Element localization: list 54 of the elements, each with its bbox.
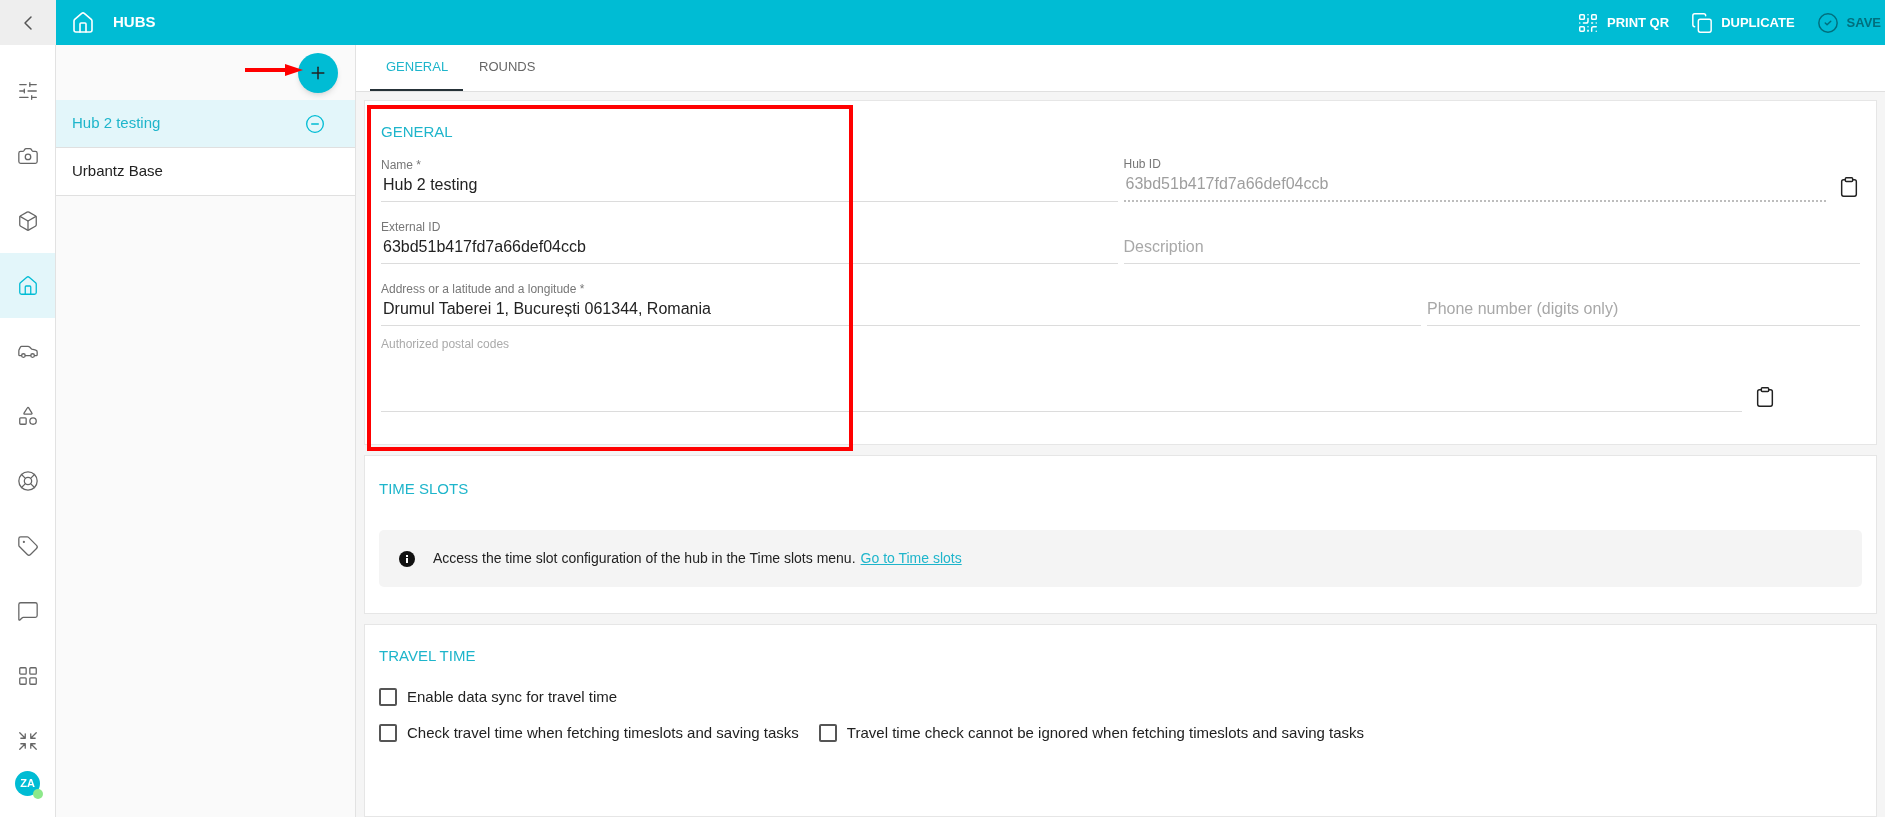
text-field[interactable]: Authorized postal codes — [381, 335, 1742, 412]
home-icon — [71, 10, 95, 35]
cube-icon — [16, 209, 39, 232]
nav-item[interactable] — [0, 253, 55, 318]
field-label: External ID — [381, 218, 442, 235]
field-label: Name * — [381, 156, 422, 173]
checkbox[interactable] — [818, 724, 837, 743]
field-label: Authorized postal codes — [381, 335, 511, 352]
tab[interactable]: ROUNDS — [463, 45, 552, 91]
info-message: Access the time slot configuration of the hub in the Time slots menu. — [433, 549, 856, 568]
section-title: TRAVEL TIME — [379, 646, 477, 666]
annotation-arrow — [245, 63, 303, 77]
field-label: Hub ID — [1123, 155, 1162, 172]
check-circle-icon — [1816, 11, 1839, 34]
checkbox-label: Enable data sync for travel time — [407, 686, 618, 707]
checkbox-label: Check travel time when fetching timeslots and saving tasks — [407, 723, 799, 743]
text-field[interactable]: Name * Hub 2 testing — [381, 149, 1118, 202]
field-placeholder: Phone number (digits only) — [1427, 298, 1620, 319]
field-value: 63bd51b417fd7a66def04ccb — [382, 236, 587, 257]
info-icon — [399, 550, 415, 567]
arrows-inward-icon — [16, 729, 39, 752]
checkbox-label: Travel time check cannot be ignored when fetching timeslots and saving tasks — [846, 723, 1365, 743]
duplicate-icon — [1691, 11, 1714, 34]
add-button[interactable] — [298, 52, 338, 93]
hub-list-item[interactable]: Hub 2 testing — [56, 100, 355, 148]
remove-icon[interactable] — [305, 113, 325, 134]
text-field[interactable]: External ID 63bd51b417fd7a66def04ccb — [381, 211, 1118, 264]
field-value: 63bd51b417fd7a66def04ccb — [1124, 173, 1330, 194]
page-title: HUBS — [113, 12, 156, 33]
field-value: Hub 2 testing — [382, 174, 479, 195]
avatar[interactable]: ZA — [15, 771, 40, 796]
text-field[interactable]: Phone number (digits only) — [1427, 273, 1860, 326]
toolbar-button[interactable]: DUPLICATE — [1691, 11, 1795, 34]
checkbox[interactable] — [379, 687, 397, 706]
checkbox[interactable] — [379, 724, 397, 743]
qr-code-icon — [1577, 11, 1599, 34]
text-field[interactable]: Description — [1123, 211, 1860, 264]
chat-bubble-icon — [16, 599, 39, 622]
clipboard-icon[interactable] — [1754, 385, 1776, 408]
time-slots-link[interactable]: Go to Time slots — [860, 548, 962, 569]
section-title: TIME SLOTS — [379, 478, 470, 499]
wheel-icon — [16, 469, 39, 492]
hub-list-item[interactable]: Urbantz Base — [56, 148, 355, 196]
field-label: Address or a latitude and a longitude * — [381, 280, 586, 297]
section-title: GENERAL — [381, 122, 454, 142]
home-icon — [16, 274, 39, 297]
sliders-icon — [16, 79, 39, 102]
field-value: Drumul Taberei 1, București 061344, Romania — [382, 298, 712, 319]
toolbar-button[interactable]: PRINT QR — [1577, 11, 1670, 34]
grid-icon — [16, 664, 39, 687]
field-placeholder: Description — [1123, 236, 1205, 257]
tag-icon — [16, 534, 39, 557]
shapes-icon — [16, 404, 39, 427]
text-field[interactable]: Address or a latitude and a longitude * Drumul Taberei 1, București 061344, Romania — [381, 273, 1421, 326]
